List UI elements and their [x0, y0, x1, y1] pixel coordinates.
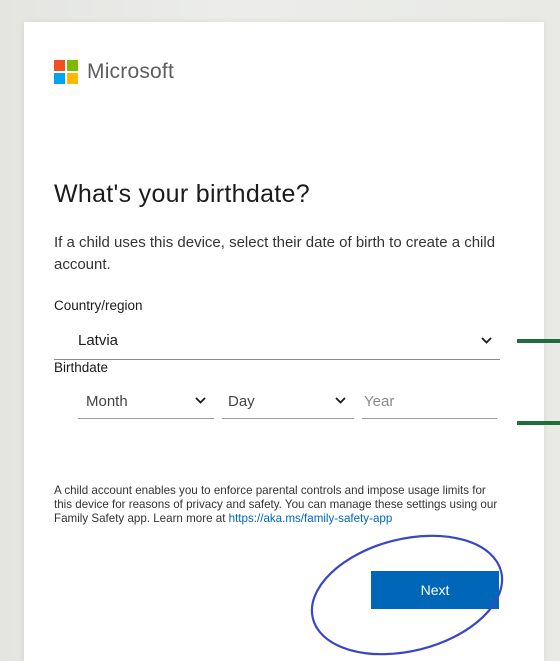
year-placeholder: Year	[364, 392, 395, 410]
microsoft-logo: Microsoft	[54, 60, 174, 84]
month-select[interactable]: Month	[78, 384, 214, 419]
day-placeholder: Day	[228, 392, 255, 410]
chevron-down-icon	[195, 395, 214, 407]
annotation-marker	[517, 339, 560, 343]
microsoft-logo-icon	[54, 60, 78, 84]
desktop-background: Microsoft What's your birthdate? If a ch…	[0, 0, 560, 661]
child-account-info: A child account enables you to enforce p…	[54, 484, 500, 526]
logo-square-green	[67, 60, 78, 71]
annotation-marker	[517, 421, 560, 425]
chevron-down-icon	[481, 335, 500, 347]
page-title: What's your birthdate?	[54, 180, 310, 208]
page-description: If a child uses this device, select thei…	[54, 234, 496, 273]
day-select[interactable]: Day	[222, 384, 354, 419]
logo-square-red	[54, 60, 65, 71]
logo-square-yellow	[67, 73, 78, 84]
logo-square-blue	[54, 73, 65, 84]
year-input[interactable]: Year	[362, 384, 497, 419]
month-placeholder: Month	[86, 392, 128, 410]
country-select[interactable]: Latvia	[54, 322, 500, 360]
chevron-down-icon	[335, 395, 354, 407]
country-value: Latvia	[78, 332, 119, 349]
birthdate-label: Birthdate	[54, 360, 109, 375]
country-label: Country/region	[54, 298, 143, 313]
next-button[interactable]: Next	[371, 571, 499, 609]
family-safety-link[interactable]: https://aka.ms/family-safety-app	[229, 512, 393, 525]
logo-text: Microsoft	[87, 60, 174, 83]
